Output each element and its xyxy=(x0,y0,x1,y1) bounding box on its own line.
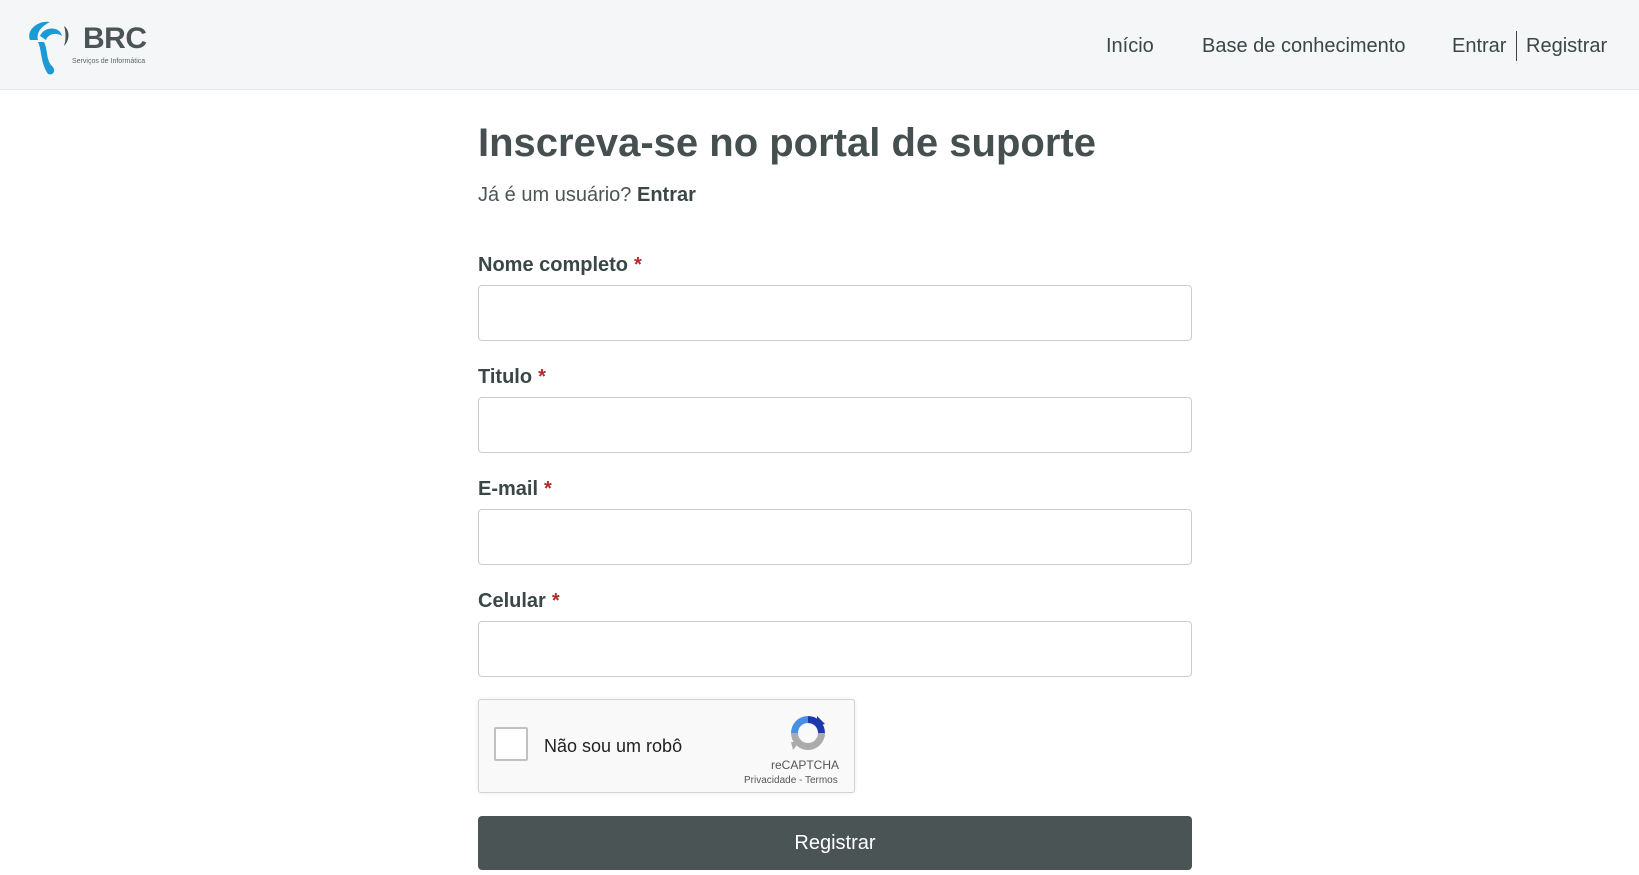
required-marker: * xyxy=(551,590,560,612)
required-marker: * xyxy=(538,366,546,388)
recaptcha-widget: Não sou um robô reCAPTCHA Privacidade - … xyxy=(478,699,855,793)
login-link[interactable]: Entrar xyxy=(637,184,696,206)
required-marker: * xyxy=(544,478,552,500)
brand-logo[interactable]: BRC Serviços de Informática xyxy=(24,16,150,78)
phone-label: Celular * xyxy=(478,590,560,612)
required-marker: * xyxy=(634,254,642,276)
recaptcha-icon xyxy=(791,716,825,750)
recaptcha-brand: reCAPTCHA xyxy=(771,758,840,772)
email-label: E-mail * xyxy=(478,478,552,500)
already-user-line: Já é um usuário? Entrar xyxy=(478,183,696,207)
phone-input[interactable] xyxy=(478,621,1192,677)
nav-item-base-de-conhecimento[interactable]: Base de conhecimento xyxy=(1202,34,1405,58)
nav-item-inicio[interactable]: Início xyxy=(1106,34,1154,58)
top-navbar: BRC Serviços de Informática Início Base … xyxy=(0,0,1639,90)
already-user-text: Já é um usuário? xyxy=(478,184,632,206)
title-label: Titulo * xyxy=(478,366,546,388)
nav-separator xyxy=(1516,31,1517,61)
recaptcha-label: Não sou um robô xyxy=(544,736,683,756)
brc-logo-icon xyxy=(29,21,69,75)
page-title: Inscreva-se no portal de suporte xyxy=(478,121,1096,165)
title-input[interactable] xyxy=(478,397,1192,453)
email-input[interactable] xyxy=(478,509,1192,565)
recaptcha-links[interactable]: Privacidade - Termos xyxy=(744,775,838,786)
full-name-label: Nome completo * xyxy=(478,254,642,276)
full-name-input[interactable] xyxy=(478,285,1192,341)
nav-register-link[interactable]: Registrar xyxy=(1526,34,1607,58)
logo-tagline: Serviços de Informática xyxy=(72,58,146,65)
register-button[interactable]: Registrar xyxy=(478,816,1192,870)
logo-text: BRC xyxy=(83,22,147,55)
recaptcha-checkbox[interactable] xyxy=(494,727,528,761)
nav-login-link[interactable]: Entrar xyxy=(1452,34,1506,58)
